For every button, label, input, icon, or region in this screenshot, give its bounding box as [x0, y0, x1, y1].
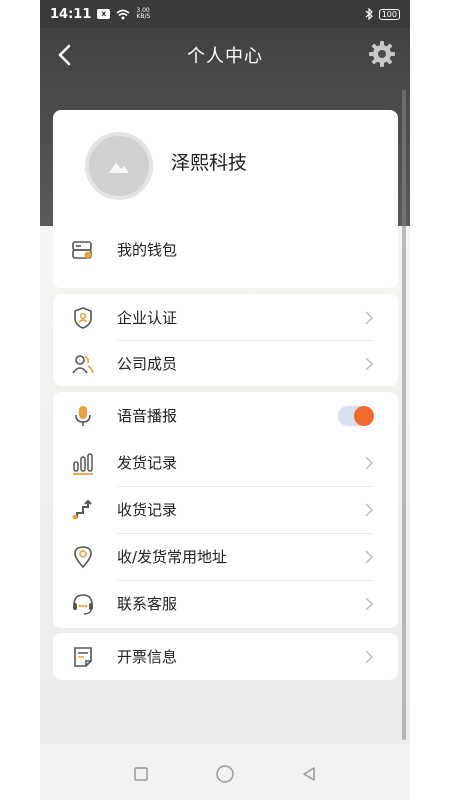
phone-screen: 14:11 x 3.00 KB/S 100 个人中心 泽熙科技 我的钱包 企业认… — [40, 0, 410, 800]
avatar[interactable] — [85, 132, 153, 200]
network-speed: 3.00 KB/S — [136, 8, 150, 20]
chevron-right-icon — [365, 649, 374, 664]
microphone-icon — [71, 404, 95, 428]
menu-item-customer-service[interactable]: 联系客服 — [53, 580, 398, 627]
profile-card: 泽熙科技 我的钱包 — [53, 110, 398, 288]
features-card: 语音播报 发货记录 收货记录 收/发货常用地址 联系客服 — [53, 392, 398, 628]
enterprise-card: 企业认证 公司成员 — [53, 294, 398, 386]
status-left: 14:11 x 3.00 KB/S — [50, 7, 150, 22]
gear-icon[interactable] — [368, 40, 396, 68]
shield-icon — [71, 306, 95, 330]
menu-label-wallet: 我的钱包 — [117, 241, 178, 259]
menu-label-company-members: 公司成员 — [117, 355, 178, 373]
route-icon — [71, 498, 95, 522]
back-triangle-icon[interactable] — [301, 766, 317, 782]
recent-apps-square-icon[interactable] — [133, 766, 149, 782]
headset-icon — [71, 592, 95, 616]
menu-item-addresses[interactable]: 收/发货常用地址 — [53, 533, 398, 580]
home-circle-icon[interactable] — [215, 764, 235, 784]
notification-icon: x — [97, 9, 111, 19]
menu-label-addresses: 收/发货常用地址 — [117, 548, 228, 566]
voice-broadcast-toggle[interactable] — [338, 405, 374, 426]
chevron-right-icon — [365, 596, 374, 611]
nav-bar: 个人中心 — [40, 28, 410, 82]
menu-label-receiving-records: 收货记录 — [117, 501, 178, 519]
menu-label-invoice-info: 开票信息 — [117, 648, 178, 666]
invoice-note-icon — [71, 645, 95, 669]
menu-label-customer-service: 联系客服 — [117, 595, 178, 613]
members-icon — [71, 352, 95, 376]
scrollbar[interactable] — [402, 90, 406, 740]
status-bar: 14:11 x 3.00 KB/S 100 — [40, 0, 410, 28]
menu-item-wallet[interactable]: 我的钱包 — [53, 226, 398, 273]
status-right: 100 — [365, 8, 400, 20]
wallet-icon — [71, 238, 95, 262]
menu-label-shipping-records: 发货记录 — [117, 454, 178, 472]
back-arrow-icon[interactable] — [52, 41, 80, 69]
bar-chart-icon — [71, 451, 95, 475]
chevron-right-icon — [365, 502, 374, 517]
location-pin-icon — [71, 545, 95, 569]
menu-label-enterprise-auth: 企业认证 — [117, 309, 178, 327]
company-name: 泽熙科技 — [171, 152, 248, 174]
status-time: 14:11 — [50, 6, 92, 22]
battery-icon: 100 — [378, 8, 400, 20]
menu-item-company-members[interactable]: 公司成员 — [53, 340, 398, 386]
chevron-right-icon — [365, 310, 374, 325]
chevron-right-icon — [365, 549, 374, 564]
chevron-right-icon — [365, 455, 374, 470]
chevron-right-icon — [365, 356, 374, 371]
bluetooth-icon — [365, 8, 373, 20]
menu-item-voice-broadcast: 语音播报 — [53, 392, 398, 439]
image-placeholder-icon — [109, 163, 129, 173]
wifi-icon — [116, 9, 130, 19]
menu-item-enterprise-auth[interactable]: 企业认证 — [53, 294, 398, 341]
menu-label-voice-broadcast: 语音播报 — [117, 407, 178, 425]
menu-item-shipping-records[interactable]: 发货记录 — [53, 439, 398, 486]
system-navigation-bar — [40, 748, 410, 800]
toggle-knob — [354, 405, 374, 426]
menu-item-invoice-info[interactable]: 开票信息 — [53, 633, 398, 680]
menu-item-receiving-records[interactable]: 收货记录 — [53, 486, 398, 533]
invoice-card: 开票信息 — [53, 633, 398, 680]
page-title: 个人中心 — [187, 46, 263, 67]
network-speed-unit: KB/S — [136, 13, 151, 20]
